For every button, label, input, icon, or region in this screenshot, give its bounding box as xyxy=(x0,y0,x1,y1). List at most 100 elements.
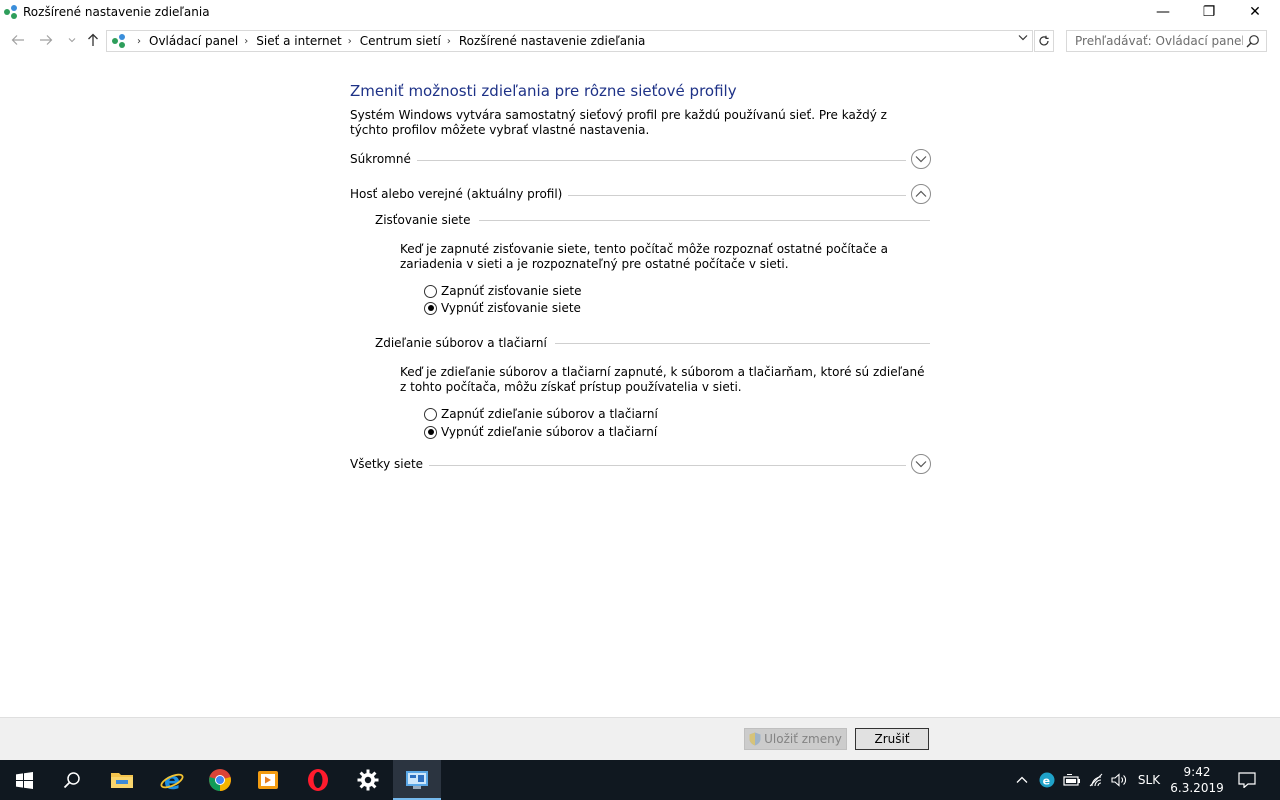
divider xyxy=(408,160,906,161)
internet-explorer-icon: e xyxy=(160,768,184,792)
network-discovery-heading: Zisťovanie siete xyxy=(375,213,479,227)
start-icon xyxy=(15,771,33,789)
tray-app-icon[interactable]: e xyxy=(1036,760,1058,800)
radio-button[interactable] xyxy=(424,407,437,421)
address-dropdown-button[interactable] xyxy=(1018,33,1028,44)
radio-label[interactable]: Vypnúť zdieľanie súborov a tlačiarní xyxy=(441,425,657,439)
save-changes-button[interactable]: Uložiť zmeny xyxy=(744,728,847,750)
taskbar-media-player[interactable] xyxy=(244,760,292,800)
breadcrumb-separator-icon[interactable]: › xyxy=(348,36,352,47)
radio-network-discovery-off[interactable]: Vypnúť zisťovanie siete xyxy=(424,300,581,316)
taskbar-settings[interactable] xyxy=(344,760,392,800)
notifications-icon xyxy=(1238,772,1256,788)
collapse-guest-public-button[interactable] xyxy=(911,184,931,204)
search-icon xyxy=(63,772,80,789)
address-bar[interactable]: › Ovládací panel › Sieť a internet › Cen… xyxy=(106,30,1033,52)
start-button[interactable] xyxy=(0,760,48,800)
restore-button[interactable]: ❐ xyxy=(1186,0,1232,24)
radio-label[interactable]: Zapnúť zdieľanie súborov a tlačiarní xyxy=(441,407,658,421)
close-button[interactable]: ✕ xyxy=(1232,0,1278,24)
taskbar-file-explorer[interactable] xyxy=(98,760,146,800)
radio-label[interactable]: Vypnúť zisťovanie siete xyxy=(441,301,581,315)
chevron-up-icon xyxy=(1016,776,1028,783)
button-bar: Uložiť zmeny Zrušiť xyxy=(0,717,1280,760)
cancel-button[interactable]: Zrušiť xyxy=(855,728,929,750)
settings-icon xyxy=(357,769,379,791)
battery-icon xyxy=(1063,774,1080,786)
arrow-right-icon xyxy=(40,35,53,45)
breadcrumb-item[interactable]: Centrum sietí xyxy=(360,34,441,48)
battery-indicator[interactable] xyxy=(1061,760,1083,800)
chevron-down-icon xyxy=(915,461,927,468)
file-printer-sharing-section: Zdieľanie súborov a tlačiarní xyxy=(375,336,930,352)
minimize-button[interactable]: — xyxy=(1140,0,1186,24)
divider xyxy=(465,220,930,221)
window-title: Rozšírené nastavenie zdieľania xyxy=(23,5,210,19)
divider xyxy=(535,343,930,344)
taskbar-internet-explorer[interactable]: e xyxy=(148,760,196,800)
profile-private-label[interactable]: Súkromné xyxy=(350,152,417,166)
chevron-down-icon xyxy=(1018,35,1028,41)
restore-icon: ❐ xyxy=(1202,4,1216,20)
radio-network-discovery-on[interactable]: Zapnúť zisťovanie siete xyxy=(424,283,582,299)
file-printer-sharing-description: Keď je zdieľanie súborov a tlačiarní zap… xyxy=(400,365,925,394)
taskbar: e e SLK 9:42 6.3.2019 xyxy=(0,760,1280,800)
arrow-left-icon xyxy=(11,35,24,45)
divider xyxy=(416,465,906,466)
radio-button[interactable] xyxy=(424,284,437,298)
forward-button[interactable] xyxy=(36,30,56,50)
profile-all-networks-label[interactable]: Všetky siete xyxy=(350,457,430,471)
clock-time: 9:42 xyxy=(1183,765,1211,779)
media-player-icon xyxy=(258,771,278,789)
network-indicator[interactable] xyxy=(1085,760,1107,800)
breadcrumb-item[interactable]: Sieť a internet xyxy=(256,34,341,48)
clock[interactable]: 9:42 6.3.2019 xyxy=(1168,764,1226,796)
expand-private-button[interactable] xyxy=(911,149,931,169)
title-bar: Rozšírené nastavenie zdieľania — ❐ ✕ xyxy=(0,0,1280,24)
volume-indicator[interactable] xyxy=(1108,760,1130,800)
divider xyxy=(538,195,906,196)
taskbar-chrome[interactable] xyxy=(196,760,244,800)
network-discovery-description: Keď je zapnuté zisťovanie siete, tento p… xyxy=(400,242,888,271)
search-icon[interactable] xyxy=(1246,34,1260,48)
radio-button-selected[interactable] xyxy=(424,301,437,315)
intro-text: Systém Windows vytvára samostatný sieťov… xyxy=(350,108,887,137)
expand-all-networks-button[interactable] xyxy=(911,454,931,474)
breadcrumb-separator-icon[interactable]: › xyxy=(244,36,248,47)
breadcrumb-separator-icon: › xyxy=(137,35,141,47)
chrome-icon xyxy=(209,769,231,791)
breadcrumb: › Ovládací panel › Sieť a internet › Cen… xyxy=(131,34,645,48)
control-panel-icon xyxy=(406,771,428,789)
taskbar-search-button[interactable] xyxy=(48,760,96,800)
cancel-label: Zrušiť xyxy=(874,732,910,746)
speaker-icon xyxy=(1111,773,1126,787)
radio-label[interactable]: Zapnúť zisťovanie siete xyxy=(441,284,582,298)
up-button[interactable] xyxy=(83,30,103,50)
svg-text:e: e xyxy=(1043,775,1050,788)
radio-file-sharing-off[interactable]: Vypnúť zdieľanie súborov a tlačiarní xyxy=(424,424,657,440)
breadcrumb-item[interactable]: Rozšírené nastavenie zdieľania xyxy=(459,34,646,48)
taskbar-control-panel[interactable] xyxy=(393,760,441,800)
profile-guest-public-label[interactable]: Hosť alebo verejné (aktuálny profil) xyxy=(350,187,569,201)
file-printer-sharing-heading: Zdieľanie súborov a tlačiarní xyxy=(375,336,555,350)
search-input[interactable] xyxy=(1067,31,1243,51)
profile-private[interactable]: Súkromné xyxy=(350,149,931,174)
radio-file-sharing-on[interactable]: Zapnúť zdieľanie súborov a tlačiarní xyxy=(424,406,658,422)
back-button[interactable] xyxy=(8,30,28,50)
uac-shield-icon xyxy=(749,732,761,746)
refresh-button[interactable] xyxy=(1034,30,1054,52)
taskbar-opera[interactable] xyxy=(294,760,342,800)
language-indicator[interactable]: SLK xyxy=(1134,760,1164,800)
action-center-button[interactable] xyxy=(1234,760,1260,800)
navigation-bar: › Ovládací panel › Sieť a internet › Cen… xyxy=(0,26,1280,54)
search-box xyxy=(1066,30,1267,52)
profile-guest-public[interactable]: Hosť alebo verejné (aktuálny profil) xyxy=(350,184,931,209)
network-icon xyxy=(4,5,17,19)
radio-button-selected[interactable] xyxy=(424,425,437,439)
breadcrumb-separator-icon[interactable]: › xyxy=(447,36,451,47)
recent-locations-button[interactable] xyxy=(62,30,82,50)
show-hidden-icons-button[interactable] xyxy=(1012,760,1032,800)
profile-all-networks[interactable]: Všetky siete xyxy=(350,454,931,479)
arrow-up-icon xyxy=(88,33,98,46)
breadcrumb-item[interactable]: Ovládací panel xyxy=(149,34,238,48)
